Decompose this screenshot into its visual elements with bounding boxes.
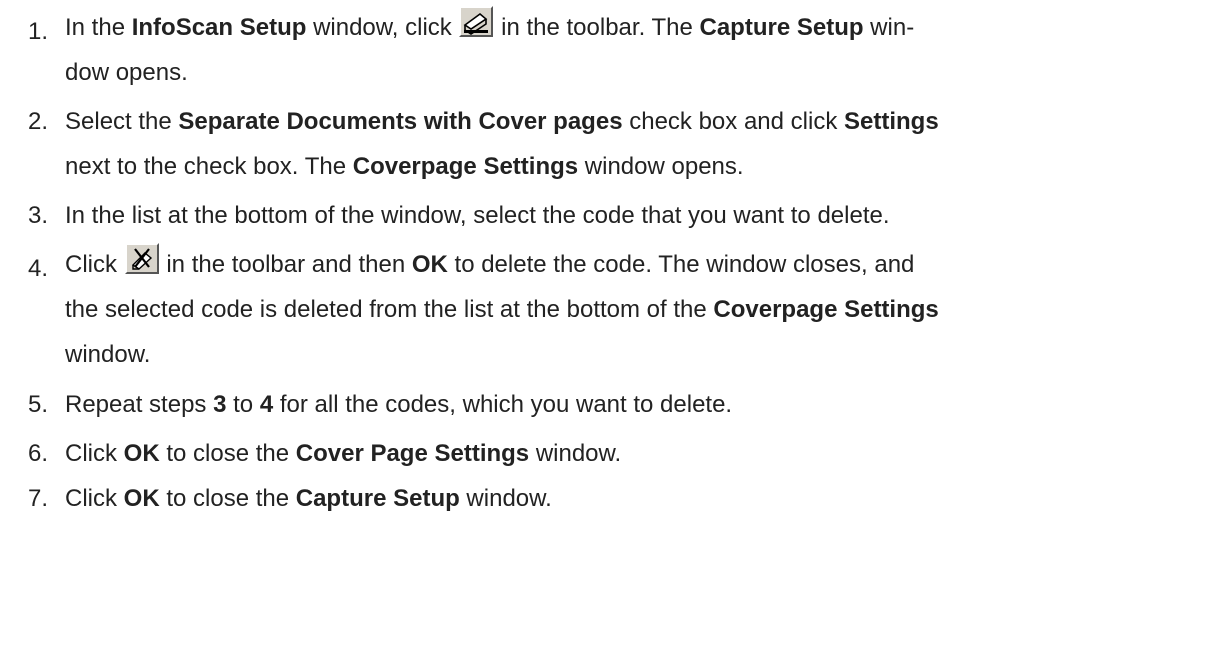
step-number: 5. <box>28 391 49 418</box>
step-ref-3: 3 <box>213 391 227 418</box>
step-number: 3. <box>28 202 49 229</box>
ui-ref-settings: Settings <box>843 108 939 135</box>
ui-ref-coverpage-settings: Coverpage Settings <box>713 296 939 323</box>
ui-ref-infoscan-setup: InfoScan Setup <box>131 14 307 41</box>
ui-ref-coverpage-settings: Coverpage Settings <box>352 153 579 180</box>
scanner-icon <box>459 6 494 37</box>
step-number: 2. <box>28 108 49 135</box>
step-number: 7. <box>28 485 49 512</box>
ui-ref-ok: OK <box>123 485 160 512</box>
ui-ref-ok: OK <box>123 440 160 467</box>
step-number: 6. <box>28 440 49 467</box>
ui-ref-capture-setup: Capture Setup <box>699 14 864 41</box>
ui-ref-cover-page-settings: Cover Page Settings <box>295 440 530 467</box>
procedure-steps: 1. In the InfoScan Setup window, click i… <box>0 0 1213 650</box>
ui-ref-separate-documents: Separate Documents with Cover pages <box>178 108 623 135</box>
step-ref-4: 4 <box>259 391 274 418</box>
step-number: 4. <box>28 255 49 282</box>
ui-ref-ok: OK <box>411 251 448 278</box>
ui-ref-capture-setup: Capture Setup <box>295 485 460 512</box>
delete-code-icon <box>124 243 159 274</box>
step-number: 1. <box>28 18 49 45</box>
